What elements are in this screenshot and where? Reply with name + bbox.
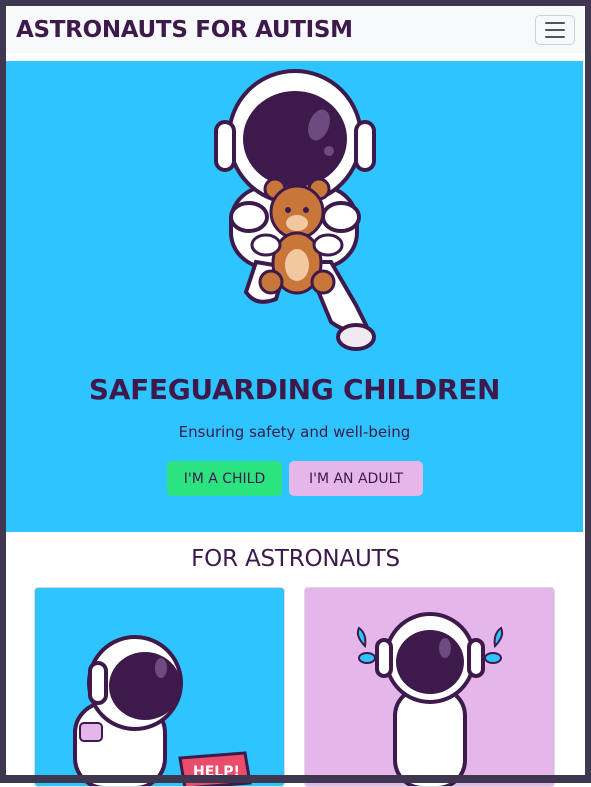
section-title: FOR ASTRONAUTS [191,546,400,572]
navbar: ASTRONAUTS FOR AUTISM [6,6,585,53]
menu-toggle-button[interactable] [535,14,575,45]
hamburger-icon [545,21,565,24]
astronaut-teddy-bear-illustration [214,69,376,351]
card-sad-astronaut[interactable]: HELP! [34,587,285,787]
card-crying-astronaut[interactable] [304,587,555,787]
crying-astronaut-illustration [356,612,504,786]
sad-astronaut-illustration: HELP! [73,635,252,786]
hero-section: SAFEGUARDING CHILDREN Ensuring safety an… [6,61,583,532]
child-button[interactable]: I'M A CHILD [167,461,282,496]
brand-logo-text[interactable]: ASTRONAUTS FOR AUTISM [16,17,353,43]
hero-title: SAFEGUARDING CHILDREN [88,373,501,406]
help-sign-text: HELP! [193,764,240,780]
hero-subtitle: Ensuring safety and well-being [178,423,411,441]
adult-button[interactable]: I'M AN ADULT [289,461,423,496]
